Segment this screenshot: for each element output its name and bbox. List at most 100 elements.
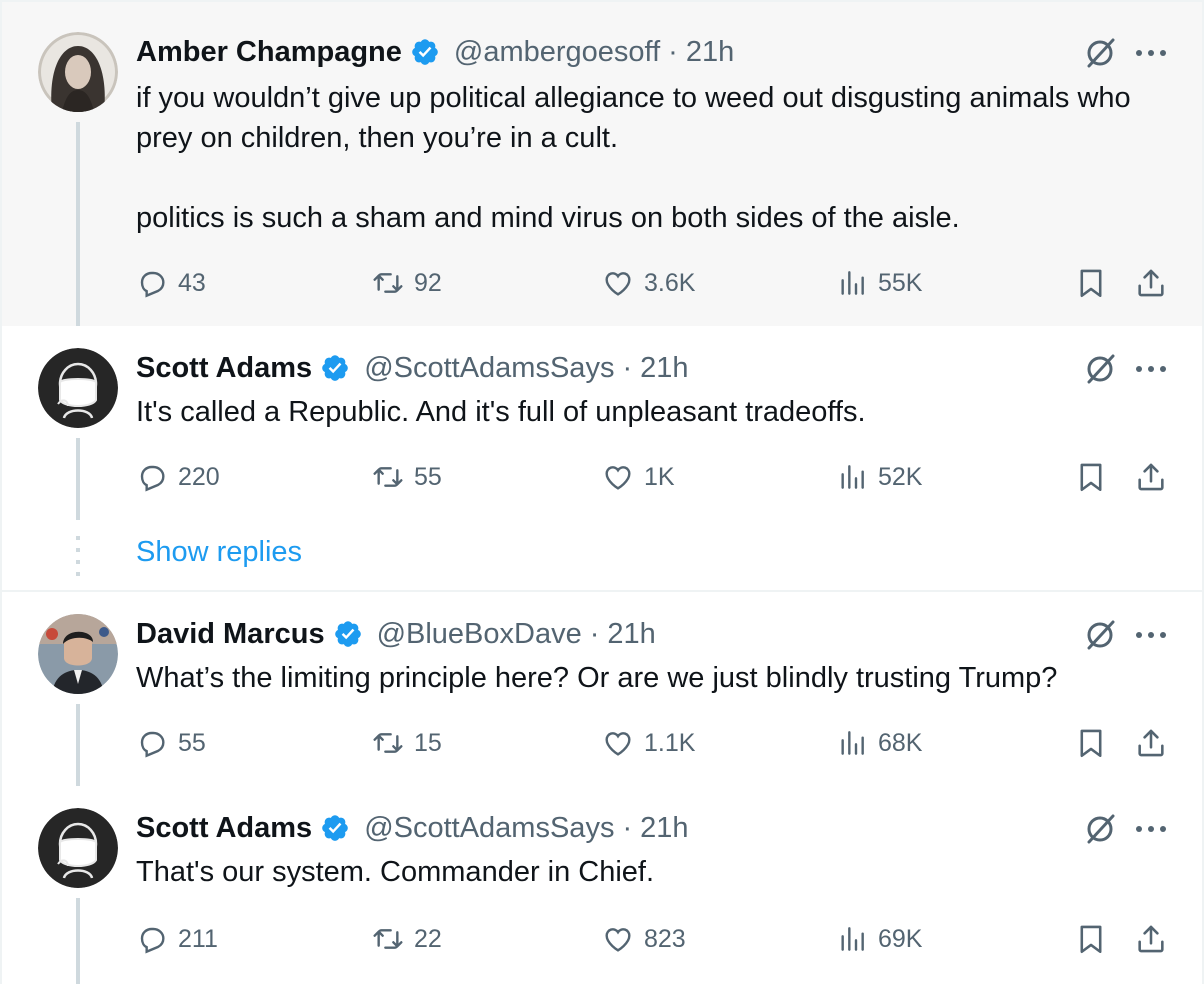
share-icon[interactable] — [1134, 266, 1168, 300]
tweet-header: Scott Adams @ScottAdamsSays · 21h — [136, 808, 689, 848]
reply-icon — [140, 731, 165, 758]
author-name[interactable]: David Marcus — [136, 618, 325, 651]
views-button[interactable]: 68K — [836, 726, 922, 760]
like-button[interactable]: 1K — [602, 460, 675, 494]
repost-button[interactable]: 15 — [372, 726, 442, 760]
author-handle[interactable]: @BlueBoxDave — [377, 618, 582, 651]
grok-icon[interactable] — [1082, 811, 1118, 847]
views-button[interactable]: 52K — [836, 460, 922, 494]
like-button[interactable]: 823 — [602, 922, 686, 956]
timestamp[interactable]: 21h — [607, 618, 655, 651]
reply-button[interactable]: 43 — [136, 266, 206, 300]
share-icon[interactable] — [1134, 726, 1168, 760]
grok-icon[interactable] — [1082, 617, 1118, 653]
reply-count: 43 — [178, 269, 206, 297]
views-icon — [841, 731, 864, 755]
tweet-text: if you wouldn’t give up political allegi… — [136, 82, 1131, 234]
thread-gap-dots — [76, 536, 80, 576]
bookmark-icon[interactable] — [1074, 460, 1108, 494]
bookmark-icon[interactable] — [1074, 266, 1108, 300]
verified-badge-icon — [322, 815, 348, 841]
share-icon[interactable] — [1134, 460, 1168, 494]
separator-dot: · — [589, 617, 600, 650]
repost-button[interactable]: 55 — [372, 460, 442, 494]
more-icon[interactable] — [1134, 630, 1168, 640]
verified-badge-icon — [334, 621, 361, 647]
action-bar: 55 15 1.1K 68K — [136, 726, 1176, 760]
repost-button[interactable]: 92 — [372, 266, 442, 300]
tweet-text: It's called a Republic. And it's full of… — [136, 396, 866, 428]
reply-button[interactable]: 211 — [136, 922, 218, 956]
like-count: 3.6K — [644, 269, 696, 297]
thread-connector — [76, 898, 80, 984]
repost-icon — [373, 467, 403, 487]
tweet-header: Amber Champagne @ambergoesoff · 21h — [136, 32, 734, 72]
thread-connector — [76, 438, 80, 520]
tweet-amber-champagne[interactable]: Amber Champagne @ambergoesoff · 21h if y… — [2, 2, 1202, 326]
repost-icon — [373, 929, 403, 949]
views-icon — [841, 465, 864, 489]
separator-dot: · — [622, 351, 633, 384]
reply-count: 211 — [178, 925, 218, 953]
like-button[interactable]: 3.6K — [602, 266, 695, 300]
conversation-thread: Amber Champagne @ambergoesoff · 21h if y… — [0, 0, 1204, 984]
separator-dot: · — [622, 811, 633, 844]
repost-count: 55 — [414, 463, 442, 491]
views-button[interactable]: 55K — [836, 266, 922, 300]
bookmark-icon[interactable] — [1074, 922, 1108, 956]
verified-badge-icon — [412, 39, 438, 65]
avatar[interactable] — [38, 808, 118, 888]
repost-button[interactable]: 22 — [372, 922, 442, 956]
views-button[interactable]: 69K — [836, 922, 922, 956]
author-handle[interactable]: @ScottAdamsSays — [364, 812, 614, 845]
reply-button[interactable]: 220 — [136, 460, 220, 494]
author-name[interactable]: Scott Adams — [136, 352, 312, 385]
repost-icon — [373, 733, 403, 753]
tweet-text: That's our system. Commander in Chief. — [136, 856, 655, 888]
avatar[interactable] — [38, 614, 118, 694]
reply-icon — [140, 927, 165, 954]
reply-button[interactable]: 55 — [136, 726, 206, 760]
heart-icon — [605, 928, 631, 952]
author-handle[interactable]: @ScottAdamsSays — [364, 352, 614, 385]
heart-icon — [605, 732, 631, 756]
verified-badge-icon — [322, 355, 348, 381]
tweet-scott-adams-1[interactable]: Scott Adams @ScottAdamsSays · 21h It's c… — [2, 326, 1202, 590]
more-icon[interactable] — [1134, 824, 1168, 834]
timestamp[interactable]: 21h — [640, 352, 688, 385]
tweet-david-marcus[interactable]: David Marcus @BlueBoxDave · 21h What’s t… — [2, 592, 1202, 786]
author-name[interactable]: Scott Adams — [136, 812, 312, 845]
tweet-header: David Marcus @BlueBoxDave · 21h — [136, 614, 656, 654]
timestamp[interactable]: 21h — [640, 812, 688, 845]
bookmark-icon[interactable] — [1074, 726, 1108, 760]
share-icon[interactable] — [1134, 922, 1168, 956]
reply-count: 55 — [178, 729, 206, 757]
reply-icon — [140, 271, 165, 298]
repost-count: 22 — [414, 925, 442, 953]
views-count: 69K — [878, 925, 923, 953]
thread-connector — [76, 122, 80, 326]
action-bar: 220 55 1K 52K — [136, 460, 1176, 494]
reply-icon — [140, 465, 165, 492]
timestamp[interactable]: 21h — [686, 36, 734, 69]
like-button[interactable]: 1.1K — [602, 726, 695, 760]
repost-icon — [373, 273, 403, 293]
author-name[interactable]: Amber Champagne — [136, 36, 402, 69]
like-count: 823 — [644, 925, 686, 953]
more-icon[interactable] — [1134, 48, 1168, 58]
tweet-header: Scott Adams @ScottAdamsSays · 21h — [136, 348, 689, 388]
heart-icon — [605, 272, 631, 296]
grok-icon[interactable] — [1082, 351, 1118, 387]
tweet-text: What’s the limiting principle here? Or a… — [136, 662, 1058, 694]
views-count: 52K — [878, 463, 923, 491]
avatar[interactable] — [38, 348, 118, 428]
grok-icon[interactable] — [1082, 35, 1118, 71]
views-count: 68K — [878, 729, 923, 757]
views-icon — [841, 927, 864, 951]
avatar[interactable] — [38, 32, 118, 112]
show-replies-link[interactable]: Show replies — [136, 536, 302, 569]
author-handle[interactable]: @ambergoesoff — [454, 36, 660, 69]
more-icon[interactable] — [1134, 364, 1168, 374]
separator-dot: · — [668, 35, 678, 68]
tweet-scott-adams-2[interactable]: Scott Adams @ScottAdamsSays · 21h That's… — [2, 786, 1202, 984]
